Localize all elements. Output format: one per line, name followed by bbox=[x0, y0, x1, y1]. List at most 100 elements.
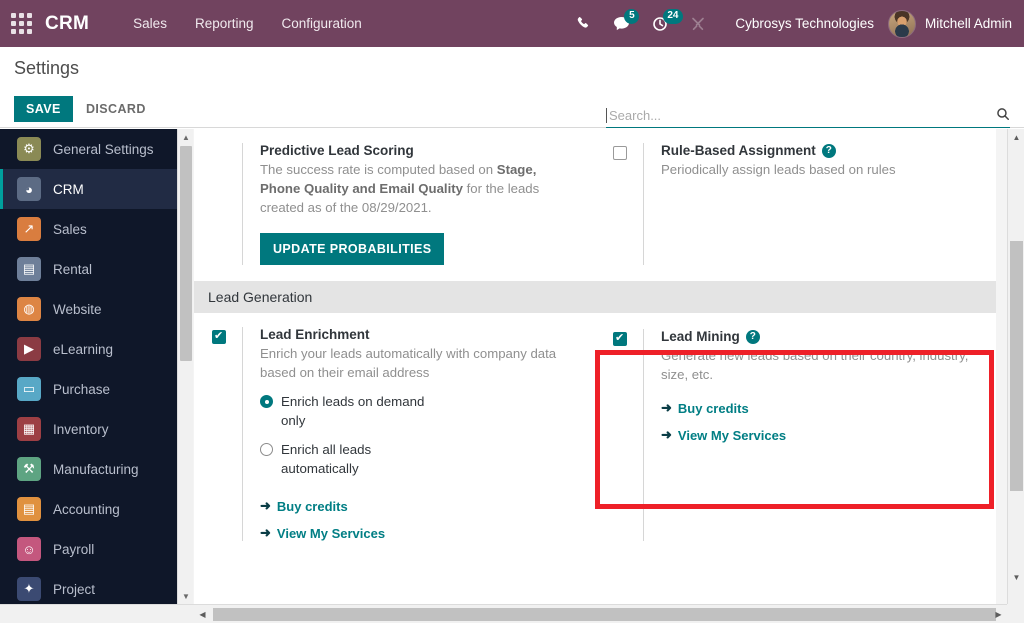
radio-all-leads-mark[interactable] bbox=[260, 443, 273, 456]
lead-mining-description: Generate new leads based on their countr… bbox=[661, 346, 978, 384]
sidebar-item-manufacturing[interactable]: ⚒ Manufacturing bbox=[0, 449, 177, 489]
gear-icon: ⚙ bbox=[17, 137, 41, 161]
radio-on-demand-mark[interactable] bbox=[260, 395, 273, 408]
checkbox-column-placeholder bbox=[212, 143, 242, 265]
crm-settings-page: CRM Sales Reporting Configuration 5 bbox=[0, 0, 1024, 623]
arrow-right-icon: ➜ bbox=[260, 498, 271, 514]
menu-reporting[interactable]: Reporting bbox=[181, 10, 268, 37]
menu-configuration[interactable]: Configuration bbox=[268, 10, 376, 37]
menu-sales[interactable]: Sales bbox=[119, 10, 181, 37]
lead-enrichment-title: Lead Enrichment bbox=[260, 327, 577, 342]
avatar[interactable] bbox=[888, 10, 916, 38]
setting-predictive-lead-scoring: Predictive Lead Scoring The success rate… bbox=[194, 129, 595, 275]
rule-based-assignment-checkbox[interactable] bbox=[613, 146, 627, 160]
sidebar-item-accounting[interactable]: ▤ Accounting bbox=[0, 489, 177, 529]
lead-mining-buy-credits-link[interactable]: ➜ Buy credits bbox=[661, 400, 978, 416]
page-vscroll-thumb[interactable] bbox=[1010, 241, 1023, 491]
sidebar-item-label: General Settings bbox=[53, 142, 154, 157]
sidebar-item-label: Inventory bbox=[53, 422, 109, 437]
link-label: Buy credits bbox=[678, 401, 749, 416]
scroll-down-arrow-icon[interactable]: ▼ bbox=[1008, 569, 1024, 585]
sidebar-item-payroll[interactable]: ☺ Payroll bbox=[0, 529, 177, 569]
radio-option-on-demand[interactable]: Enrich leads on demand only bbox=[260, 392, 577, 430]
control-panel: Settings SAVE DISCARD bbox=[0, 47, 1024, 128]
link-label: View My Services bbox=[678, 428, 786, 443]
predictive-lead-scoring-title: Predictive Lead Scoring bbox=[260, 143, 577, 158]
payroll-person-icon: ☺ bbox=[17, 537, 41, 561]
page-body: ⚙ General Settings ◕ CRM ↗ Sales ▤ Renta… bbox=[0, 129, 1024, 623]
scroll-left-arrow-icon[interactable]: ◀ bbox=[194, 605, 211, 623]
sidebar-item-label: Website bbox=[53, 302, 102, 317]
sidebar-item-label: Manufacturing bbox=[53, 462, 139, 477]
messages-icon[interactable]: 5 bbox=[613, 16, 630, 31]
discard-button[interactable]: DISCARD bbox=[78, 96, 154, 122]
scroll-right-arrow-icon[interactable]: ▶ bbox=[990, 605, 1007, 623]
lead-enrichment-buy-credits-link[interactable]: ➜ Buy credits bbox=[260, 498, 577, 514]
help-icon[interactable]: ? bbox=[822, 144, 836, 158]
inventory-box-icon: ▦ bbox=[17, 417, 41, 441]
rule-based-assignment-label: Rule-Based Assignment bbox=[661, 143, 816, 158]
lead-enrichment-description: Enrich your leads automatically with com… bbox=[260, 344, 577, 382]
sidebar-item-elearning[interactable]: ▶ eLearning bbox=[0, 329, 177, 369]
sidebar-item-general-settings[interactable]: ⚙ General Settings bbox=[0, 129, 177, 169]
rule-based-checkbox-column bbox=[613, 143, 643, 265]
sidebar-item-label: Purchase bbox=[53, 382, 110, 397]
username[interactable]: Mitchell Admin bbox=[925, 16, 1012, 31]
help-icon[interactable]: ? bbox=[746, 330, 760, 344]
lead-mining-checkbox[interactable] bbox=[613, 332, 627, 346]
scroll-up-arrow-icon[interactable]: ▲ bbox=[1008, 129, 1024, 145]
link-label: Buy credits bbox=[277, 499, 348, 514]
lead-enrichment-checkbox[interactable] bbox=[212, 330, 226, 344]
rule-based-assignment-title: Rule-Based Assignment ? bbox=[661, 143, 978, 158]
scroll-down-arrow-icon[interactable]: ▼ bbox=[178, 588, 194, 604]
sidebar-item-website[interactable]: ◍ Website bbox=[0, 289, 177, 329]
link-label: View My Services bbox=[277, 526, 385, 541]
page-vertical-scrollbar[interactable]: ▲ ▼ bbox=[1007, 129, 1024, 604]
company-name[interactable]: Cybrosys Technologies bbox=[735, 16, 874, 31]
invoice-icon: ▤ bbox=[17, 497, 41, 521]
update-probabilities-button[interactable]: UPDATE PROBABILITIES bbox=[260, 233, 444, 265]
lead-enrichment-view-services-link[interactable]: ➜ View My Services bbox=[260, 525, 577, 541]
sidebar-item-label: Accounting bbox=[53, 502, 120, 517]
save-button[interactable]: SAVE bbox=[14, 96, 73, 122]
search-input[interactable] bbox=[606, 108, 990, 123]
search-bar bbox=[606, 104, 1010, 128]
page-horizontal-scrollbar[interactable]: ◀ ▶ ▼ bbox=[0, 604, 1024, 623]
scroll-up-arrow-icon[interactable]: ▲ bbox=[178, 129, 194, 145]
setting-lead-mining: Lead Mining ? Generate new leads based o… bbox=[595, 313, 996, 551]
rule-based-assignment-body: Rule-Based Assignment ? Periodically ass… bbox=[643, 143, 978, 265]
top-navigation-bar: CRM Sales Reporting Configuration 5 bbox=[0, 0, 1024, 47]
sales-chart-icon: ↗ bbox=[17, 217, 41, 241]
search-icon[interactable] bbox=[990, 107, 1010, 125]
page-hscroll-thumb[interactable] bbox=[213, 608, 996, 621]
lead-mining-checkbox-column bbox=[613, 329, 643, 541]
sidebar-scrollbar[interactable]: ▲ ▼ bbox=[177, 129, 193, 604]
sidebar-item-label: eLearning bbox=[53, 342, 113, 357]
project-puzzle-icon: ✦ bbox=[17, 577, 41, 601]
apps-grid-icon[interactable] bbox=[11, 13, 33, 35]
sidebar-item-label: Project bbox=[53, 582, 95, 597]
sidebar-item-purchase[interactable]: ▭ Purchase bbox=[0, 369, 177, 409]
sidebar-item-inventory[interactable]: ▦ Inventory bbox=[0, 409, 177, 449]
sidebar-item-label: Payroll bbox=[53, 542, 94, 557]
activities-icon[interactable]: 24 bbox=[652, 16, 668, 32]
sidebar-item-label: Rental bbox=[53, 262, 92, 277]
app-brand-crm[interactable]: CRM bbox=[45, 13, 89, 35]
phone-icon[interactable] bbox=[576, 16, 591, 31]
lead-mining-view-services-link[interactable]: ➜ View My Services bbox=[661, 427, 978, 443]
sidebar-item-sales[interactable]: ↗ Sales bbox=[0, 209, 177, 249]
sidebar-scroll-thumb[interactable] bbox=[180, 146, 192, 361]
tools-icon[interactable] bbox=[690, 16, 706, 32]
settings-sidebar: ⚙ General Settings ◕ CRM ↗ Sales ▤ Renta… bbox=[0, 129, 177, 604]
rule-based-assignment-description: Periodically assign leads based on rules bbox=[661, 160, 978, 179]
sidebar-item-label: Sales bbox=[53, 222, 87, 237]
sidebar-item-project[interactable]: ✦ Project bbox=[0, 569, 177, 604]
sidebar-item-crm[interactable]: ◕ CRM bbox=[0, 169, 177, 209]
lead-mining-body: Lead Mining ? Generate new leads based o… bbox=[643, 329, 978, 541]
radio-option-all-leads[interactable]: Enrich all leads automatically bbox=[260, 440, 577, 478]
lead-mining-title: Lead Mining ? bbox=[661, 329, 978, 344]
sidebar-item-rental[interactable]: ▤ Rental bbox=[0, 249, 177, 289]
crm-icon: ◕ bbox=[17, 177, 41, 201]
arrow-right-icon: ➜ bbox=[661, 427, 672, 443]
arrow-right-icon: ➜ bbox=[661, 400, 672, 416]
